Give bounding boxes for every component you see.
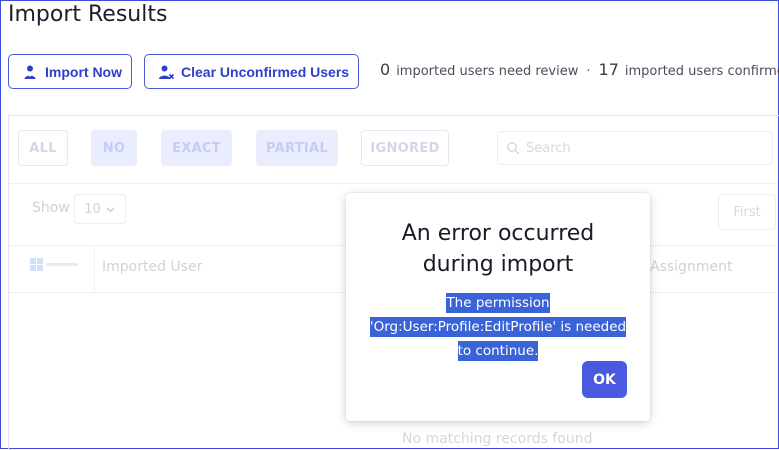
review-count: 0	[380, 60, 391, 79]
search-input[interactable]: Search	[497, 131, 773, 165]
empty-table-message: No matching records found	[402, 431, 593, 447]
first-page-button[interactable]: First	[718, 194, 776, 230]
column-separator	[94, 245, 95, 291]
dialog-message: The permission 'Org:User:Profile:EditPro…	[346, 291, 650, 363]
dialog-title: An error occurred during import	[346, 218, 650, 280]
clear-unconfirmed-users-button[interactable]: Clear Unconfirmed Users	[144, 54, 359, 89]
show-label: Show	[32, 200, 70, 216]
filter-ignored-button[interactable]: IGNORED	[361, 130, 449, 166]
dialog-message-line-1: The permission	[446, 293, 550, 313]
error-dialog: An error occurred during import The perm…	[346, 193, 650, 421]
column-header-imported-user[interactable]: Imported User	[102, 259, 202, 275]
filter-no-button[interactable]: NO	[91, 130, 137, 166]
summary-separator: ·	[586, 64, 591, 79]
dialog-title-line-2: during import	[422, 252, 574, 277]
confirmed-text: imported users confirmed	[624, 64, 779, 79]
import-now-label: Import Now	[45, 63, 122, 80]
review-text: imported users need review	[396, 64, 579, 79]
import-now-button[interactable]: Import Now	[8, 54, 132, 89]
page-title: Import Results	[8, 2, 168, 27]
clear-unconfirmed-users-label: Clear Unconfirmed Users	[181, 63, 350, 80]
import-summary: 0 imported users need review · 17 import…	[380, 60, 779, 79]
filter-all-button[interactable]: ALL	[18, 130, 68, 166]
column-header-assignment[interactable]: Assignment	[650, 259, 732, 275]
filter-exact-button[interactable]: EXACT	[161, 130, 232, 166]
chevron-down-icon	[106, 206, 115, 213]
user-import-icon	[24, 65, 36, 79]
toolbar-divider	[8, 183, 778, 184]
page-size-value: 10	[84, 201, 101, 217]
ok-button[interactable]: OK	[582, 361, 627, 398]
windows-logo-icon	[30, 258, 78, 271]
confirmed-count: 17	[598, 60, 619, 79]
filter-partial-button[interactable]: PARTIAL	[256, 130, 338, 166]
dialog-title-line-1: An error occurred	[401, 221, 595, 246]
dialog-message-line-3: to continue.	[457, 341, 539, 361]
page-size-select[interactable]: 10	[74, 194, 126, 224]
search-placeholder: Search	[526, 140, 571, 156]
search-icon	[507, 142, 520, 155]
dialog-message-line-2: 'Org:User:Profile:EditProfile' is needed	[369, 317, 627, 337]
user-remove-icon	[159, 65, 174, 79]
